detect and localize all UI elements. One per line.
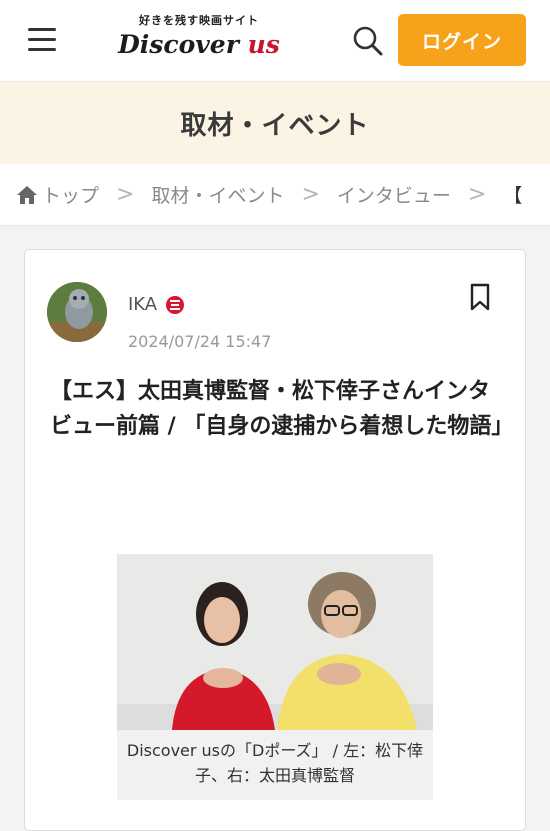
category-banner: 取材・イベント: [0, 82, 550, 164]
article-card: IKA 2024/07/24 15:47 【エス】太田真博監督・松下倖子さんイン…: [24, 249, 526, 831]
breadcrumb: トップ > 取材・イベント > インタビュー > 【: [0, 164, 550, 226]
article-title: 【エス】太田真博監督・松下倖子さんインタビュー前篇 / 「自身の逮捕から着想した…: [50, 379, 514, 439]
author-name[interactable]: IKA: [128, 294, 157, 315]
hamburger-menu-icon[interactable]: [28, 28, 56, 52]
logo-text: Discover us: [104, 30, 294, 59]
breadcrumb-item-interview[interactable]: インタビュー: [337, 181, 451, 208]
logo-main: Discover: [118, 30, 248, 59]
home-icon[interactable]: [16, 185, 38, 205]
breadcrumb-item-current: 【: [503, 185, 523, 207]
article-photo: [117, 554, 433, 730]
photo-caption: Discover usの「Dポーズ」 / 左：松下倖子、右：太田真博監督: [117, 730, 433, 800]
breadcrumb-separator: >: [116, 182, 135, 207]
breadcrumb-separator: >: [301, 182, 320, 207]
login-button[interactable]: ログイン: [398, 14, 526, 66]
logo-tagline: 好きを残す映画サイト: [139, 14, 259, 27]
breadcrumb-item-events[interactable]: 取材・イベント: [151, 181, 284, 208]
interview-photo: [117, 554, 433, 730]
breadcrumb-item-top[interactable]: トップ: [42, 181, 99, 208]
author-avatar[interactable]: [47, 282, 107, 342]
bookmark-icon[interactable]: [469, 283, 491, 311]
avatar-image: [47, 282, 107, 342]
site-logo[interactable]: 好きを残す映画サイト Discover us: [104, 12, 294, 59]
author-name-row: IKA: [128, 294, 185, 315]
search-icon[interactable]: [352, 25, 384, 57]
publish-date: 2024/07/24 15:47: [128, 332, 272, 351]
breadcrumb-separator: >: [467, 182, 487, 207]
site-header: 好きを残す映画サイト Discover us ログイン: [0, 0, 550, 82]
logo-accent: us: [247, 30, 280, 59]
category-title: 取材・イベント: [180, 110, 370, 141]
author-badge-icon: [166, 295, 185, 314]
